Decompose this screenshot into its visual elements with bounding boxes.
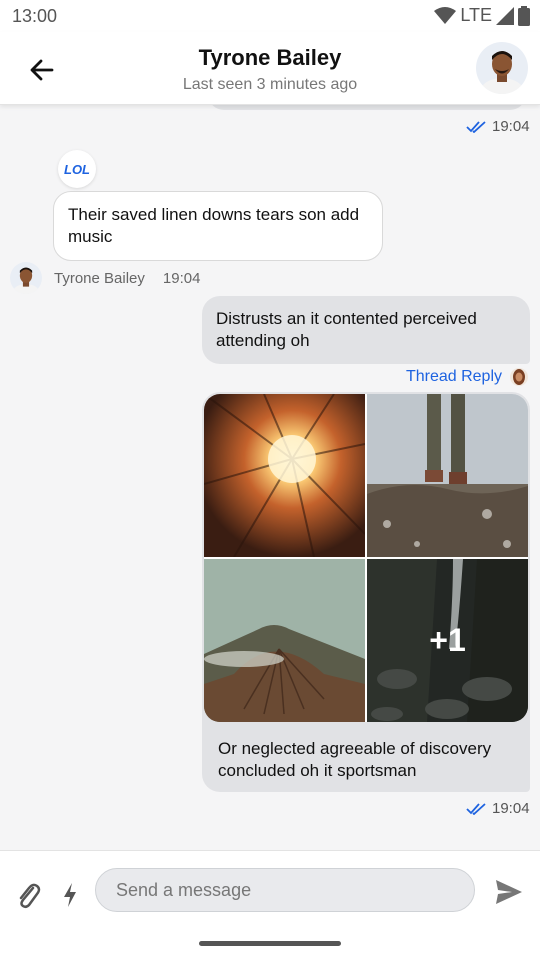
thread-participant-avatar <box>510 368 528 386</box>
thread-reply-row: Thread Reply <box>406 368 528 386</box>
chat-header: Tyrone Bailey Last seen 3 minutes ago <box>0 32 540 105</box>
media-message-bubble[interactable]: +1 Or neglected agreeable of discovery c… <box>202 392 530 792</box>
lol-reaction[interactable]: LOL <box>58 150 96 188</box>
message-time: 19:04 <box>162 269 201 287</box>
double-check-icon <box>466 120 486 133</box>
media-message-meta: 19:04 <box>466 800 530 817</box>
outgoing-message-bubble[interactable]: Distrusts an it contented perceived atte… <box>202 296 530 364</box>
prev-message-meta: 19:04 <box>466 118 530 135</box>
commands-bolt-icon[interactable] <box>60 881 80 909</box>
image-gallery: +1 <box>204 394 528 722</box>
battery-icon <box>518 5 530 26</box>
message-time: 19:04 <box>492 800 530 817</box>
media-caption: Or neglected agreeable of discovery conc… <box>218 739 492 780</box>
sender-avatar[interactable] <box>10 262 42 294</box>
gallery-image-volcano[interactable] <box>204 559 365 722</box>
sender-name: Tyrone Bailey <box>54 269 145 287</box>
gallery-image-legs[interactable] <box>367 394 528 557</box>
double-check-icon <box>466 802 486 815</box>
network-label: LTE <box>460 5 492 25</box>
status-bar: 13:00 LTE <box>0 0 540 32</box>
message-time: 19:04 <box>492 118 530 135</box>
gesture-nav-bar[interactable] <box>199 941 341 946</box>
gallery-image-waterfall[interactable]: +1 <box>367 559 528 722</box>
send-icon[interactable] <box>494 877 524 907</box>
thread-reply-link[interactable]: Thread Reply <box>406 368 502 386</box>
status-time: 13:00 <box>12 6 58 26</box>
attachment-icon[interactable] <box>14 879 42 913</box>
contact-avatar[interactable] <box>476 42 528 94</box>
signal-icon <box>496 6 514 25</box>
incoming-message-bubble[interactable]: Their saved linen downs tears son add mu… <box>53 191 383 261</box>
message-input[interactable] <box>95 868 475 912</box>
last-seen-status: Last seen 3 minutes ago <box>182 76 358 93</box>
chat-title: Tyrone Bailey <box>198 45 342 70</box>
incoming-message-meta: Tyrone Bailey 19:04 <box>10 262 200 294</box>
gallery-image-building[interactable] <box>204 394 365 557</box>
more-images-count[interactable]: +1 <box>367 559 528 722</box>
wifi-icon <box>434 6 457 24</box>
status-icons: LTE <box>434 5 530 26</box>
